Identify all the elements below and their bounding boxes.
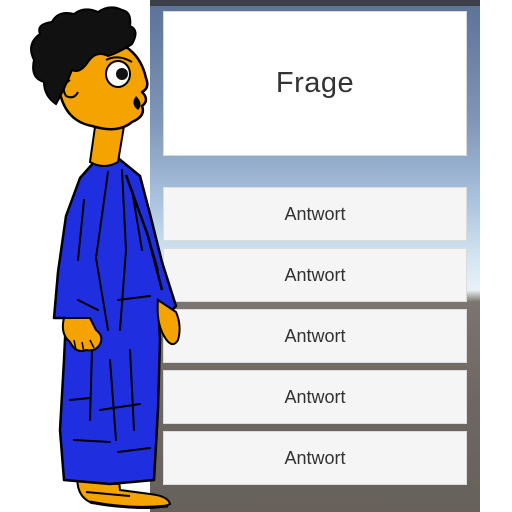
robed-character-icon xyxy=(30,6,181,509)
question-text: Frage xyxy=(275,67,355,99)
answer-label: Antwort xyxy=(284,386,346,407)
answer-label: Antwort xyxy=(284,264,346,285)
answer-label: Antwort xyxy=(284,447,346,468)
right-gutter xyxy=(480,0,512,512)
answer-label: Antwort xyxy=(284,325,346,346)
head xyxy=(30,6,149,131)
answer-button-4[interactable]: Antwort xyxy=(163,370,467,424)
question-card: Frage xyxy=(163,11,467,156)
answer-button-5[interactable]: Antwort xyxy=(163,431,467,485)
game-screen: Frage Antwort Antwort Antwort Antwort An… xyxy=(0,0,512,512)
answer-label: Antwort xyxy=(284,203,346,224)
answer-button-2[interactable]: Antwort xyxy=(163,248,467,302)
answer-button-3[interactable]: Antwort xyxy=(163,309,467,363)
answer-button-1[interactable]: Antwort xyxy=(163,187,467,241)
